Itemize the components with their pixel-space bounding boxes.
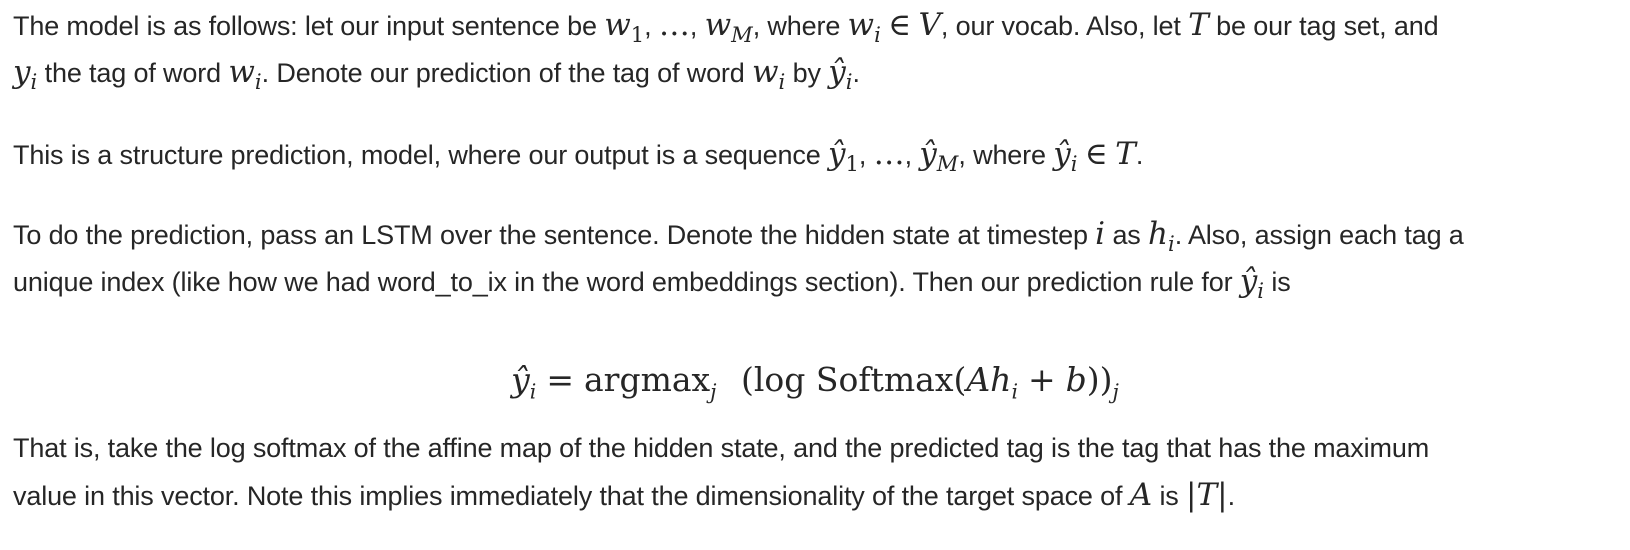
- prediction-rule-equation: ŷi = argmaxj (log Softmax(Ahi + b))j: [511, 360, 1119, 404]
- paragraph-1-line-2: yi the tag of word wi. Denote our predic…: [13, 54, 860, 95]
- paragraph-4-line-1: That is, take the log softmax of the aff…: [13, 433, 1430, 463]
- paragraph-4-line-2: value in this vector. Note this implies …: [13, 477, 1235, 513]
- paragraph-3-line-2: unique index (like how we had word_to_ix…: [13, 263, 1291, 304]
- paragraph-2-line-1: This is a structure prediction, model, w…: [13, 136, 1144, 177]
